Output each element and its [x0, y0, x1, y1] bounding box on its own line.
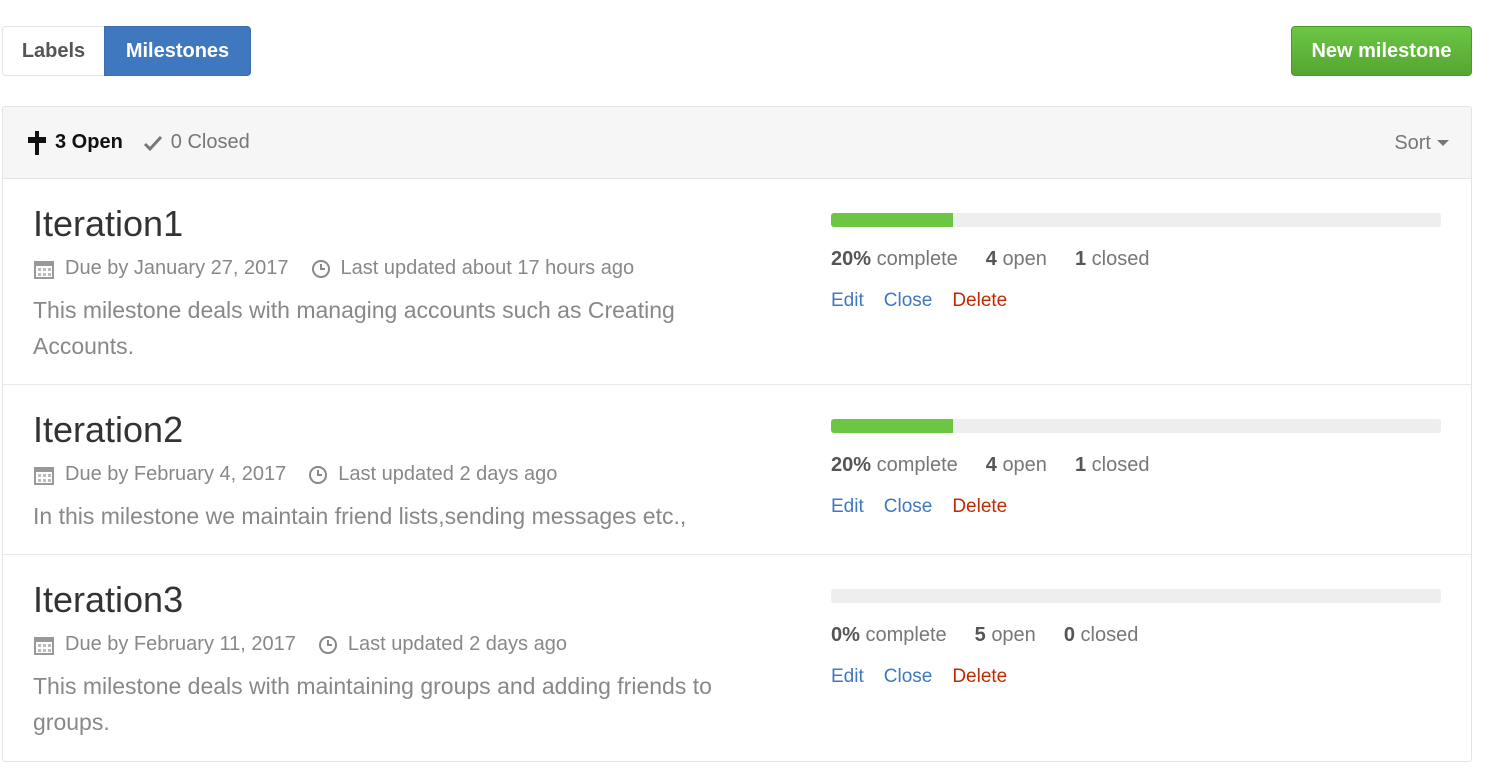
edit-link[interactable]: Edit	[831, 666, 864, 688]
last-updated: Last updated about 17 hours ago	[311, 257, 635, 280]
milestone-actions: Edit Close Delete	[831, 290, 1027, 312]
milestone-description: In this milestone we maintain friend lis…	[33, 503, 687, 529]
milestone-item: Iteration1 Due by January 27, 2017 Last …	[3, 179, 1471, 385]
percent-complete: 20% complete	[831, 454, 958, 476]
clock-icon	[309, 465, 328, 484]
progress-bar	[831, 419, 1441, 433]
progress-bar	[831, 589, 1441, 603]
milestone-title[interactable]: Iteration2	[33, 409, 183, 451]
milestone-title[interactable]: Iteration1	[33, 203, 183, 245]
last-updated-text: Last updated about 17 hours ago	[340, 257, 635, 279]
closed-issues-count[interactable]: 1 closed	[1075, 454, 1150, 477]
milestone-stats: 20% complete 4 open 1 closed	[831, 248, 1177, 271]
open-issues-count[interactable]: 5 open	[975, 624, 1036, 647]
labels-tab[interactable]: Labels	[2, 26, 104, 76]
milestone-item: Iteration3 Due by February 11, 2017 Last…	[3, 555, 1471, 761]
edit-link[interactable]: Edit	[831, 496, 864, 518]
clock-icon	[318, 635, 337, 654]
open-count-label: 3 Open	[55, 131, 123, 153]
closed-issues-count[interactable]: 0 closed	[1064, 624, 1139, 647]
milestone-icon	[28, 130, 46, 155]
last-updated: Last updated 2 days ago	[308, 463, 557, 486]
calendar-icon	[34, 260, 54, 279]
labels-milestones-nav: Labels Milestones	[2, 26, 251, 76]
milestone-list: 3 Open 0 Closed Sort Iteration1 Due by J…	[2, 106, 1472, 762]
open-filter[interactable]: 3 Open	[27, 130, 123, 155]
milestones-tab[interactable]: Milestones	[104, 26, 251, 76]
milestone-actions: Edit Close Delete	[831, 496, 1027, 518]
open-issues-count[interactable]: 4 open	[986, 248, 1047, 271]
due-date: Due by January 27, 2017	[33, 257, 289, 280]
percent-complete: 20% complete	[831, 248, 958, 270]
close-link[interactable]: Close	[884, 666, 933, 688]
sort-dropdown[interactable]: Sort	[1394, 107, 1449, 179]
due-date: Due by February 11, 2017	[33, 633, 296, 656]
delete-link[interactable]: Delete	[952, 290, 1007, 312]
delete-link[interactable]: Delete	[952, 496, 1007, 518]
milestone-actions: Edit Close Delete	[831, 666, 1027, 688]
milestone-stats: 0% complete 5 open 0 closed	[831, 624, 1166, 647]
due-date-text: Due by January 27, 2017	[65, 257, 289, 279]
milestone-stats: 20% complete 4 open 1 closed	[831, 454, 1177, 477]
due-date-text: Due by February 11, 2017	[65, 633, 296, 655]
milestone-meta: Due by January 27, 2017 Last updated abo…	[33, 257, 656, 280]
due-date-text: Due by February 4, 2017	[65, 463, 287, 485]
calendar-icon	[34, 466, 54, 485]
delete-link[interactable]: Delete	[952, 666, 1007, 688]
close-link[interactable]: Close	[884, 496, 933, 518]
calendar-icon	[34, 636, 54, 655]
progress-fill	[831, 213, 953, 227]
edit-link[interactable]: Edit	[831, 290, 864, 312]
last-updated-text: Last updated 2 days ago	[338, 463, 558, 485]
open-issues-count[interactable]: 4 open	[986, 454, 1047, 477]
percent-complete: 0% complete	[831, 624, 947, 646]
list-header: 3 Open 0 Closed Sort	[3, 107, 1471, 179]
milestone-item: Iteration2 Due by February 4, 2017 Last …	[3, 385, 1471, 555]
milestone-description: This milestone deals with managing accou…	[33, 297, 675, 359]
milestone-meta: Due by February 11, 2017 Last updated 2 …	[33, 633, 589, 656]
milestone-title[interactable]: Iteration3	[33, 579, 183, 621]
last-updated: Last updated 2 days ago	[318, 633, 567, 656]
due-date: Due by February 4, 2017	[33, 463, 286, 486]
closed-filter[interactable]: 0 Closed	[143, 131, 250, 154]
milestone-description: This milestone deals with maintaining gr…	[33, 673, 712, 735]
sort-label: Sort	[1394, 131, 1431, 154]
closed-count-label: 0 Closed	[170, 131, 250, 153]
milestone-meta: Due by February 4, 2017 Last updated 2 d…	[33, 463, 579, 486]
close-link[interactable]: Close	[884, 290, 933, 312]
clock-icon	[311, 259, 330, 278]
caret-down-icon	[1437, 140, 1449, 146]
last-updated-text: Last updated 2 days ago	[347, 633, 567, 655]
closed-issues-count[interactable]: 1 closed	[1075, 248, 1150, 271]
check-icon	[143, 135, 162, 151]
new-milestone-button[interactable]: New milestone	[1291, 26, 1472, 76]
progress-bar	[831, 213, 1441, 227]
progress-fill	[831, 419, 953, 433]
